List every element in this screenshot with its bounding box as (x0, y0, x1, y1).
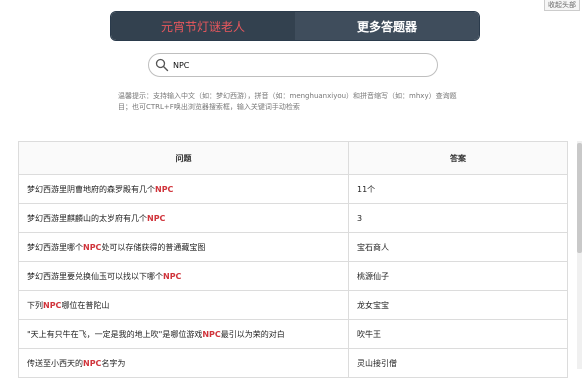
search-match-highlight: NPC (43, 300, 62, 310)
answer-cell: 宝石商人 (348, 232, 567, 262)
question-cell: 传送至小西天的NPC名字为 (19, 348, 349, 378)
table-row: 梦幻西游里麒麟山的太岁府有几个NPC 3 (19, 203, 567, 233)
tab-lantern-riddle[interactable]: 元宵节灯谜老人 (111, 12, 295, 40)
search-match-highlight: NPC (83, 242, 102, 252)
question-cell: 梦幻西游里麒麟山的太岁府有几个NPC (19, 203, 349, 233)
search-match-highlight: NPC (155, 184, 174, 194)
search-icon (155, 58, 169, 72)
answer-cell: 灵山接引僧 (348, 348, 567, 378)
table-row: "天上有只牛在飞，一定是我的地上吹"是哪位游戏NPC最引以为荣的对白 吹牛王 (19, 319, 567, 349)
question-cell: 梦幻西游里阴曹地府的森罗殿有几个NPC (19, 174, 349, 204)
answer-cell: 3 (348, 203, 567, 233)
question-text: 梦幻西游里要兑换仙玉可以找以下哪个 (27, 271, 163, 281)
question-cell: 梦幻西游里哪个NPC处可以存储获得的普通藏宝图 (19, 232, 349, 262)
question-cell: 梦幻西游里要兑换仙玉可以找以下哪个NPC (19, 261, 349, 291)
answer-cell: 桃源仙子 (348, 261, 567, 291)
search-match-highlight: NPC (83, 358, 102, 368)
column-header-answer: 答案 (348, 142, 567, 175)
answer-cell: 吹牛王 (348, 319, 567, 349)
answer-cell: 龙女宝宝 (348, 290, 567, 320)
question-text: 哪位在普陀山 (61, 300, 110, 310)
table-row: 梦幻西游里哪个NPC处可以存储获得的普通藏宝图 宝石商人 (19, 232, 567, 262)
search-box[interactable] (148, 53, 438, 77)
tab-bar: 元宵节灯谜老人 更多答题器 (110, 11, 480, 41)
question-text: "天上有只牛在飞，一定是我的地上吹"是哪位游戏 (27, 329, 203, 339)
table-row: 梦幻西游里要兑换仙玉可以找以下哪个NPC 桃源仙子 (19, 261, 567, 291)
question-cell: "天上有只牛在飞，一定是我的地上吹"是哪位游戏NPC最引以为荣的对白 (19, 319, 349, 349)
question-text: 处可以存储获得的普通藏宝图 (101, 242, 206, 252)
table-row: 传送至小西天的NPC名字为 灵山接引僧 (19, 348, 567, 378)
search-hint: 温馨提示：支持输入中文（如：梦幻西游），拼音（如：menghuanxiyou）和… (118, 92, 457, 111)
question-text: 最引以为荣的对白 (220, 329, 285, 339)
column-header-question: 问题 (19, 142, 349, 175)
question-text: 传送至小西天的 (27, 358, 83, 368)
question-text: 梦幻西游里麒麟山的太岁府有几个 (27, 213, 147, 223)
question-text: 梦幻西游里阴曹地府的森罗殿有几个 (27, 184, 155, 194)
scrollbar-thumb[interactable] (577, 143, 582, 253)
table-row: 下列NPC哪位在普陀山 龙女宝宝 (19, 290, 567, 320)
results-table: 问题 答案 梦幻西游里阴曹地府的森罗殿有几个NPC 11个 梦幻西游里麒麟山的太岁府… (18, 141, 568, 378)
question-text: 梦幻西游里哪个 (27, 242, 83, 252)
scrollbar[interactable] (577, 141, 582, 369)
tab-more-answerers[interactable]: 更多答题器 (295, 12, 479, 40)
question-text: 名字为 (101, 358, 126, 368)
search-input[interactable] (173, 60, 423, 70)
search-match-highlight: NPC (163, 271, 182, 281)
search-match-highlight: NPC (147, 213, 166, 223)
search-match-highlight: NPC (202, 329, 221, 339)
question-text: 下列 (27, 300, 43, 310)
answer-cell: 11个 (348, 174, 567, 204)
collapse-header-link[interactable]: 收起头部 (544, 0, 580, 11)
question-cell: 下列NPC哪位在普陀山 (19, 290, 349, 320)
table-row: 梦幻西游里阴曹地府的森罗殿有几个NPC 11个 (19, 174, 567, 204)
table-header-row: 问题 答案 (19, 142, 567, 175)
